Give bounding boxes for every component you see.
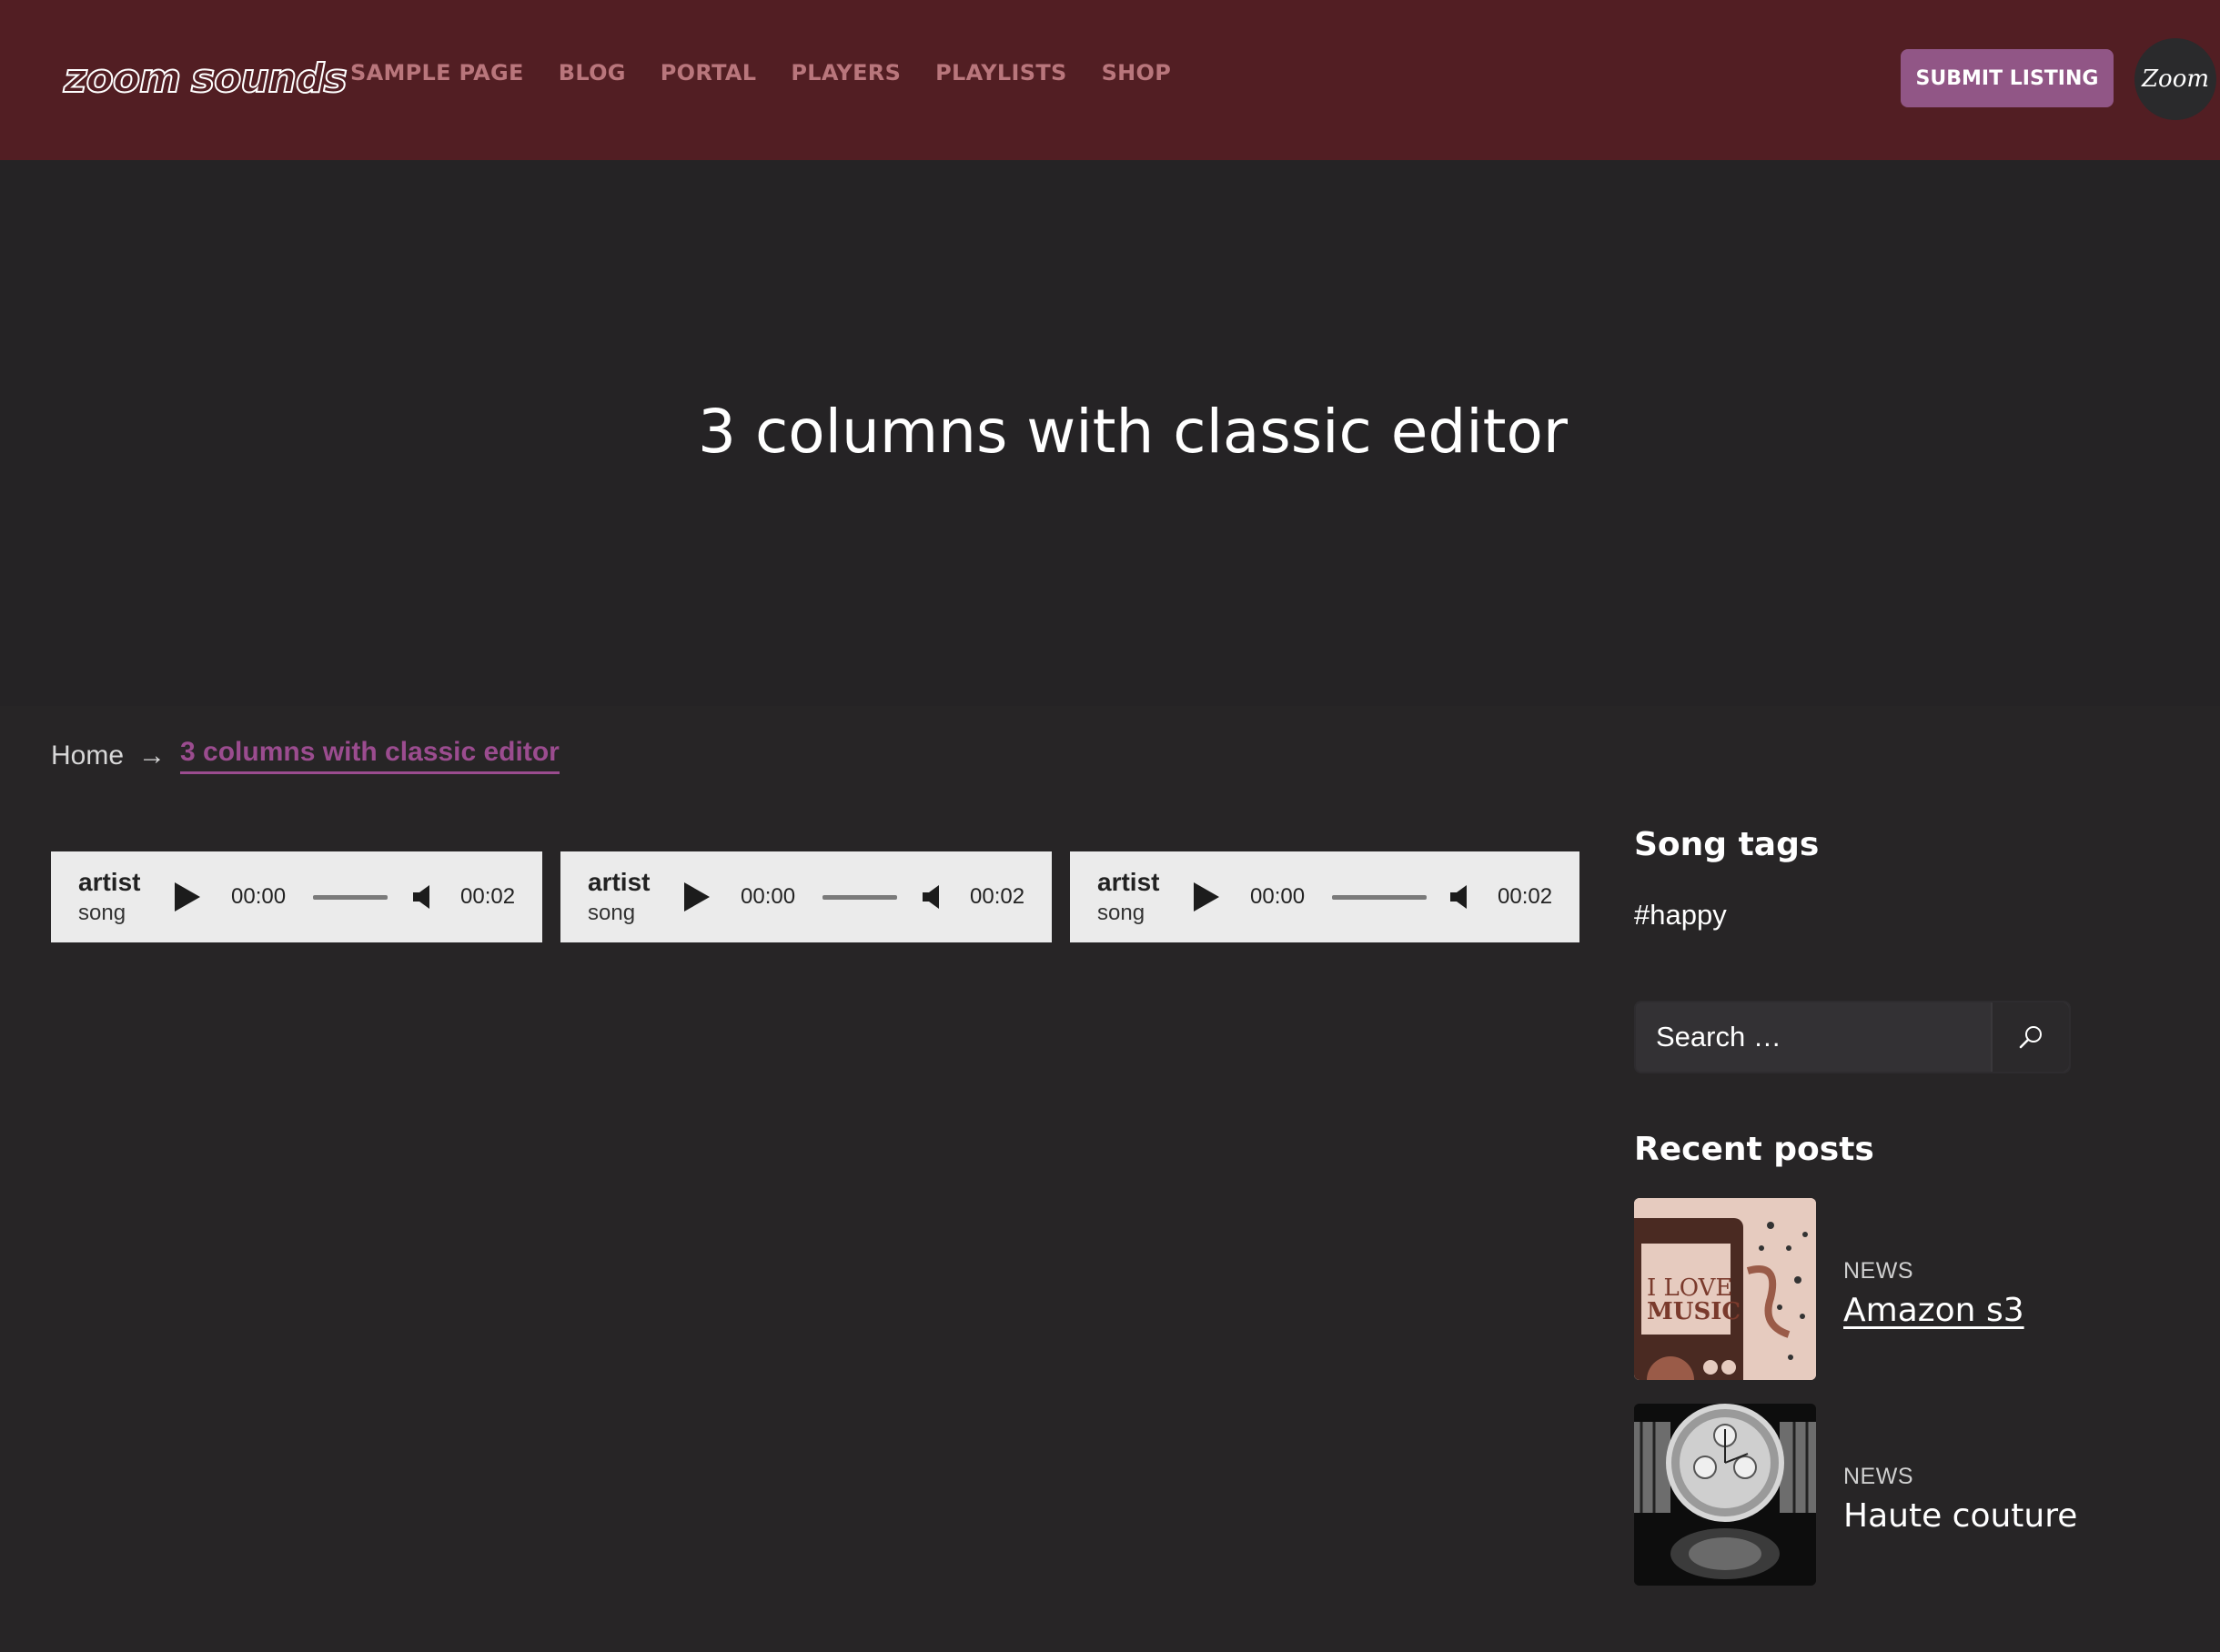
nav-sample-page[interactable]: SAMPLE PAGE (350, 60, 524, 86)
breadcrumb: Home → 3 columns with classic editor (51, 737, 560, 774)
search-button[interactable] (1991, 1002, 2069, 1072)
player-current-time: 00:00 (1250, 884, 1306, 909)
audio-player-3: artist song 00:00 00:02 (1070, 851, 1579, 942)
nav-blog[interactable]: BLOG (559, 60, 626, 86)
tag-happy[interactable]: #happy (1634, 899, 1727, 932)
player-current-time: 00:00 (741, 884, 796, 909)
song-tags-heading: Song tags (1634, 826, 1820, 863)
player-song: song (78, 901, 126, 925)
site-logo[interactable]: zoom sounds (63, 55, 348, 103)
post-title-link[interactable]: Amazon s3 (1843, 1292, 2024, 1329)
nav-portal[interactable]: PORTAL (661, 60, 757, 86)
thumb-text-line-2: MUSIC (1647, 1298, 1741, 1325)
submit-listing-button[interactable]: SUBMIT LISTING (1901, 49, 2114, 107)
avatar-logo-text: Zoom (2141, 65, 2210, 93)
play-icon[interactable] (684, 882, 710, 912)
player-duration: 00:02 (1498, 884, 1553, 909)
nav-players[interactable]: PLAYERS (791, 60, 901, 86)
page-hero: 3 columns with classic editor (0, 160, 2220, 706)
player-progress-track[interactable] (313, 895, 388, 900)
post-thumbnail-watch[interactable] (1634, 1404, 1816, 1586)
logo-text-sounds: sounds (190, 55, 348, 103)
recent-posts-heading: Recent posts (1634, 1131, 1874, 1168)
search-form (1634, 1001, 2071, 1073)
main-nav: SAMPLE PAGE BLOG PORTAL PLAYERS PLAYLIST… (350, 60, 1171, 86)
volume-icon[interactable] (413, 884, 433, 910)
logo-text-zoom: zoom (63, 55, 182, 103)
play-icon[interactable] (175, 882, 200, 912)
wristwatch-photo-illustration (1634, 1404, 1816, 1586)
player-current-time: 00:00 (231, 884, 287, 909)
post-title-link[interactable]: Haute couture (1843, 1497, 2077, 1535)
player-artist: artist (588, 868, 651, 896)
search-icon (2019, 1026, 2042, 1049)
breadcrumb-home-link[interactable]: Home (51, 740, 124, 771)
post-category[interactable]: NEWS (1843, 1464, 1913, 1490)
player-progress-track[interactable] (822, 895, 897, 900)
player-progress-track[interactable] (1332, 895, 1427, 900)
player-artist: artist (1097, 868, 1160, 896)
nav-playlists[interactable]: PLAYLISTS (935, 60, 1066, 86)
player-duration: 00:02 (970, 884, 1025, 909)
post-category[interactable]: NEWS (1843, 1258, 1913, 1284)
player-artist: artist (78, 868, 141, 896)
breadcrumb-arrow-icon: → (138, 740, 166, 771)
play-icon[interactable] (1194, 882, 1219, 912)
nav-shop[interactable]: SHOP (1102, 60, 1172, 86)
thumb-text-line-1: I LOVE (1647, 1274, 1733, 1302)
audio-player-1: artist song 00:00 00:02 (51, 851, 542, 942)
post-thumbnail-music[interactable]: I LOVE MUSIC (1634, 1198, 1816, 1380)
breadcrumb-current[interactable]: 3 columns with classic editor (180, 737, 560, 774)
search-input[interactable] (1636, 1002, 1991, 1072)
player-duration: 00:02 (460, 884, 516, 909)
avatar[interactable]: Zoom (2134, 38, 2216, 120)
page-title: 3 columns with classic editor (698, 397, 1568, 467)
audio-player-2: artist song 00:00 00:02 (560, 851, 1052, 942)
player-song: song (1097, 901, 1145, 925)
site-header: zoom sounds SAMPLE PAGE BLOG PORTAL PLAY… (0, 0, 2220, 160)
player-song: song (588, 901, 636, 925)
volume-icon[interactable] (1450, 884, 1470, 910)
volume-icon[interactable] (923, 884, 943, 910)
